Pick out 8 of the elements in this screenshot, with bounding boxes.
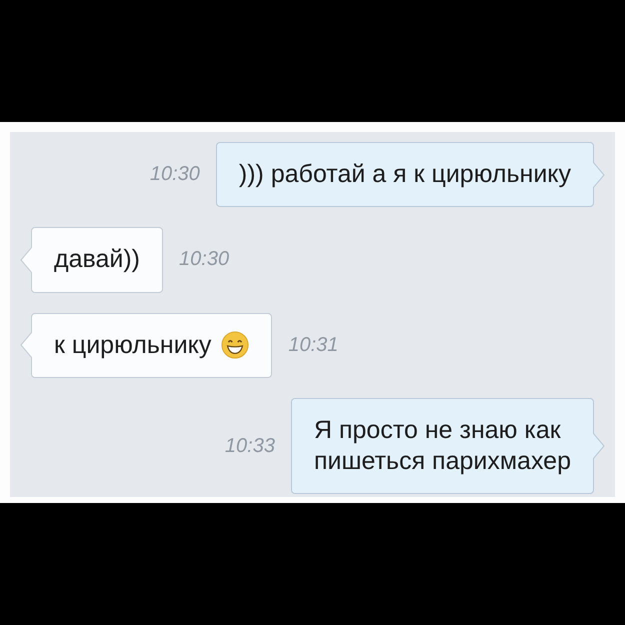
message-time: 10:30 [150,163,200,186]
message-time: 10:33 [224,434,275,458]
message-text: ))) работай а я к цирюльнику [238,159,571,190]
message-text: давай)) [54,244,140,276]
message-time: 10:30 [179,248,230,272]
message-text: к цирюльнику [54,330,212,360]
message-time: 10:31 [288,334,338,357]
message-text: Я просто не знаю как пишеться парихмахер [314,414,571,477]
